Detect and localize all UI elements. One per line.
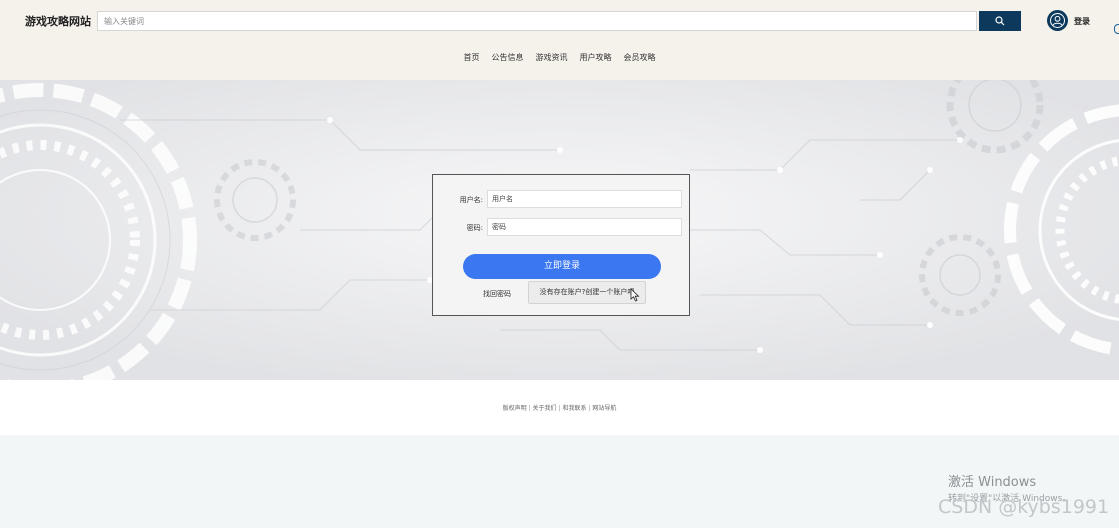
footer-separator: |: [588, 405, 591, 412]
password-input[interactable]: [487, 218, 682, 236]
nav-item-user-guides[interactable]: 用户攻略: [580, 52, 612, 63]
search-bar: [97, 11, 1021, 31]
site-title[interactable]: 游戏攻略网站: [25, 13, 91, 29]
footer-link-about[interactable]: 关于我们: [533, 405, 557, 412]
login-submit-button[interactable]: 立即登录: [463, 254, 661, 279]
login-form: 用户名: 密码: 立即登录 找回密码 没有存在账户?创建一个账户吧: [432, 174, 690, 316]
edge-scroll-icon: [1114, 24, 1119, 34]
username-label: 用户名:: [459, 196, 483, 204]
register-link[interactable]: 没有存在账户?创建一个账户吧: [528, 281, 646, 304]
search-input[interactable]: [97, 11, 977, 31]
user-icon: [1050, 13, 1065, 28]
nav-item-announcements[interactable]: 公告信息: [492, 52, 524, 63]
site-header: 游戏攻略网站 登录 首页 公告信息 游戏资讯 用户攻略 会员攻略: [0, 0, 1119, 80]
windows-activation-title: 激活 Windows: [948, 475, 1037, 490]
mouse-cursor-icon: [630, 288, 640, 302]
main-nav: 首页 公告信息 游戏资讯 用户攻略 会员攻略: [0, 52, 1119, 66]
footer-link-contact[interactable]: 和我联系: [562, 405, 586, 412]
search-button[interactable]: [979, 11, 1021, 31]
footer-links: 版权声明 | 关于我们 | 和我联系 | 网站导航: [0, 403, 1119, 412]
search-icon: [995, 16, 1005, 26]
avatar[interactable]: [1047, 10, 1068, 31]
forgot-password-link[interactable]: 找回密码: [483, 289, 511, 299]
site-footer: 版权声明 | 关于我们 | 和我联系 | 网站导航: [0, 380, 1119, 435]
nav-item-member-guides[interactable]: 会员攻略: [624, 52, 656, 63]
nav-item-game-news[interactable]: 游戏资讯: [536, 52, 568, 63]
footer-separator: |: [528, 405, 531, 412]
footer-link-sitemap[interactable]: 网站导航: [592, 405, 616, 412]
username-input[interactable]: [487, 190, 682, 208]
nav-item-home[interactable]: 首页: [464, 52, 480, 63]
login-link[interactable]: 登录: [1074, 16, 1090, 27]
csdn-watermark: CSDN @kybs1991: [938, 496, 1110, 518]
footer-separator: |: [558, 405, 561, 412]
footer-link-copyright[interactable]: 版权声明: [503, 405, 527, 412]
password-label: 密码:: [466, 224, 483, 232]
